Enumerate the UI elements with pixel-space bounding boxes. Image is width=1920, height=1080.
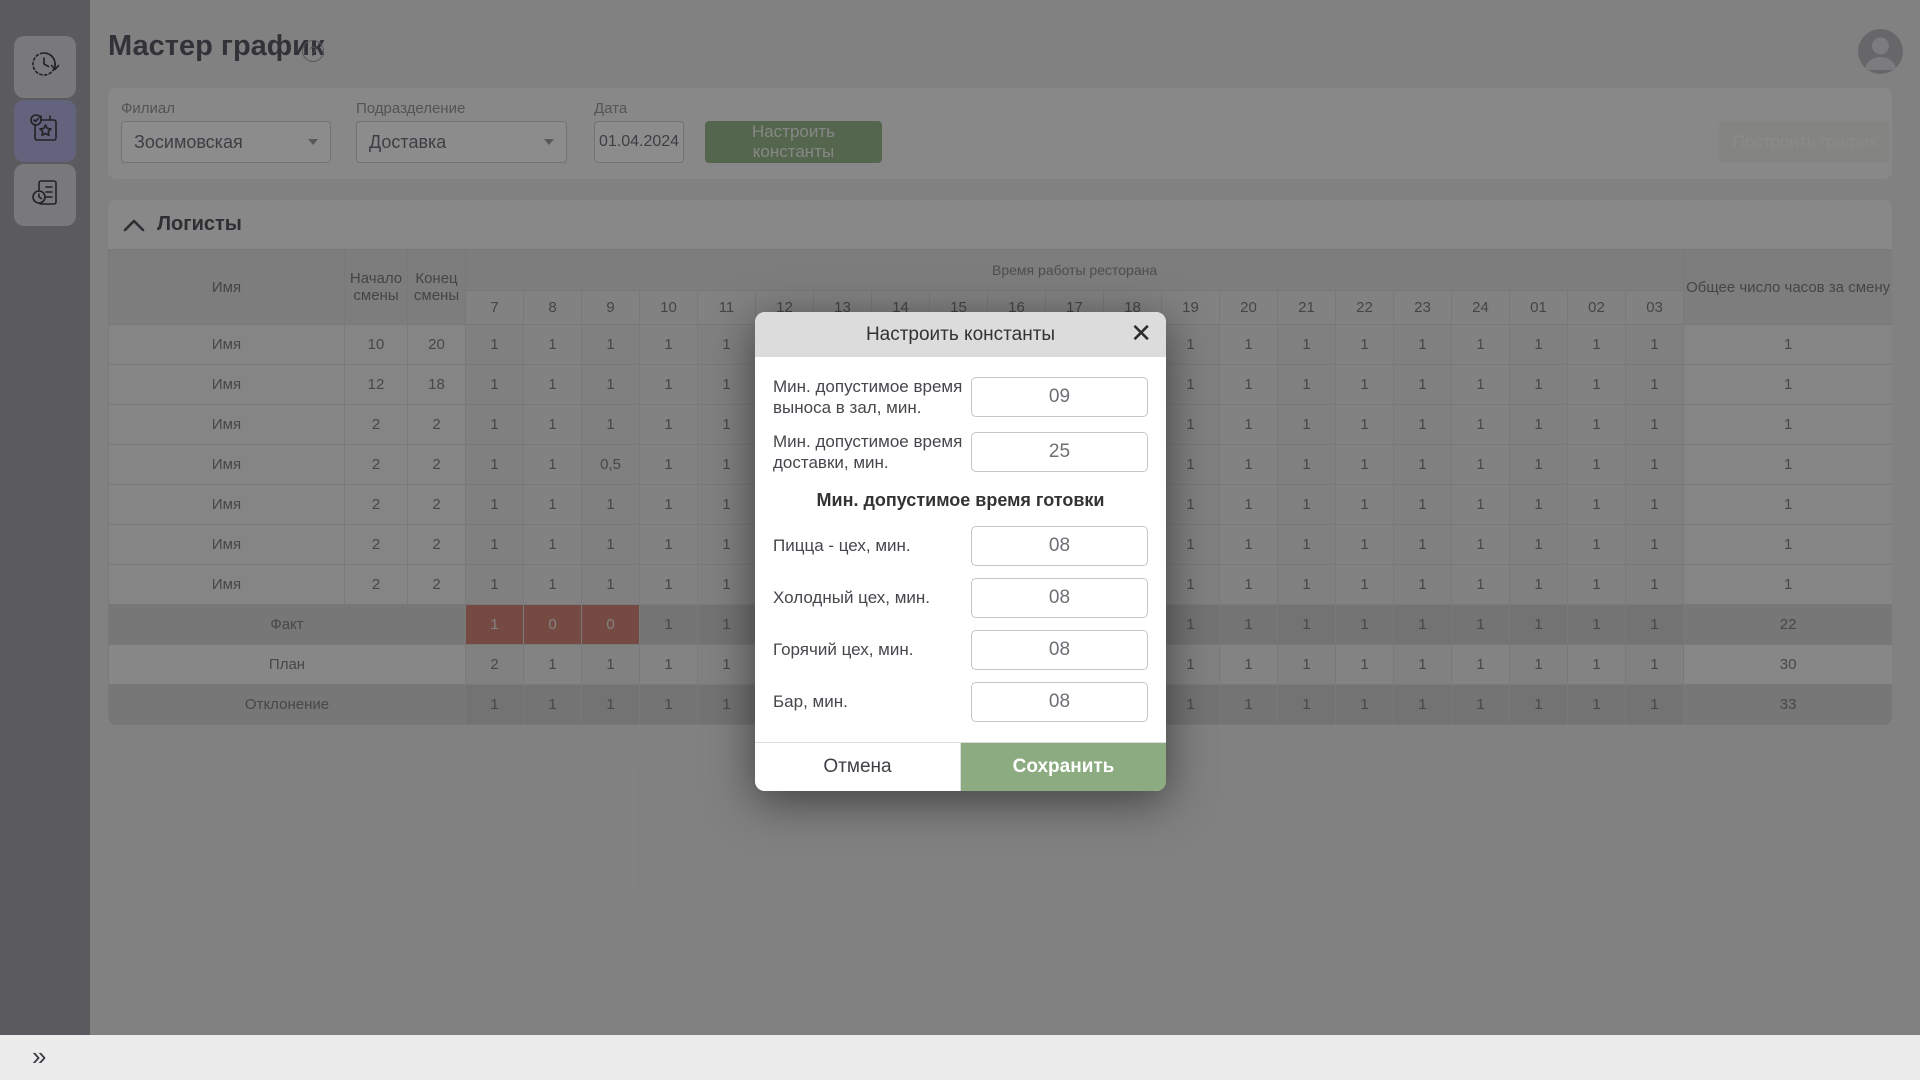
cancel-button[interactable]: Отмена [755,743,961,791]
field-label: Горячий цех, мин. [773,639,971,660]
modal-body: Мин. допустимое время выноса в зал, мин.… [755,357,1166,742]
sidebar-expand-toggle[interactable]: » [32,1041,46,1072]
bar-input[interactable] [971,682,1148,722]
modal-title: Настроить константы [866,324,1055,346]
field-row: Мин. допустимое время выноса в зал, мин. [773,376,1148,419]
cooking-time-section-header: Мин. допустимое время готовки [773,490,1148,511]
delivery-time-input[interactable] [971,432,1148,472]
close-icon[interactable]: ✕ [1130,320,1152,346]
field-row: Горячий цех, мин. [773,630,1148,670]
field-label: Холодный цех, мин. [773,587,971,608]
field-label: Бар, мин. [773,691,971,712]
field-row: Холодный цех, мин. [773,578,1148,618]
field-label: Пицца - цех, мин. [773,535,971,556]
cold-shop-input[interactable] [971,578,1148,618]
bottom-bar: » [0,1035,1920,1080]
serving-time-input[interactable] [971,377,1148,417]
save-button[interactable]: Сохранить [961,743,1166,791]
hot-shop-input[interactable] [971,630,1148,670]
constants-modal: Настроить константы ✕ Мин. допустимое вр… [755,312,1166,791]
field-label: Мин. допустимое время доставки, мин. [773,431,971,474]
pizza-shop-input[interactable] [971,526,1148,566]
field-row: Мин. допустимое время доставки, мин. [773,431,1148,474]
field-label: Мин. допустимое время выноса в зал, мин. [773,376,971,419]
field-row: Пицца - цех, мин. [773,526,1148,566]
modal-header: Настроить константы ✕ [755,312,1166,357]
modal-footer: Отмена Сохранить [755,742,1166,791]
field-row: Бар, мин. [773,682,1148,722]
